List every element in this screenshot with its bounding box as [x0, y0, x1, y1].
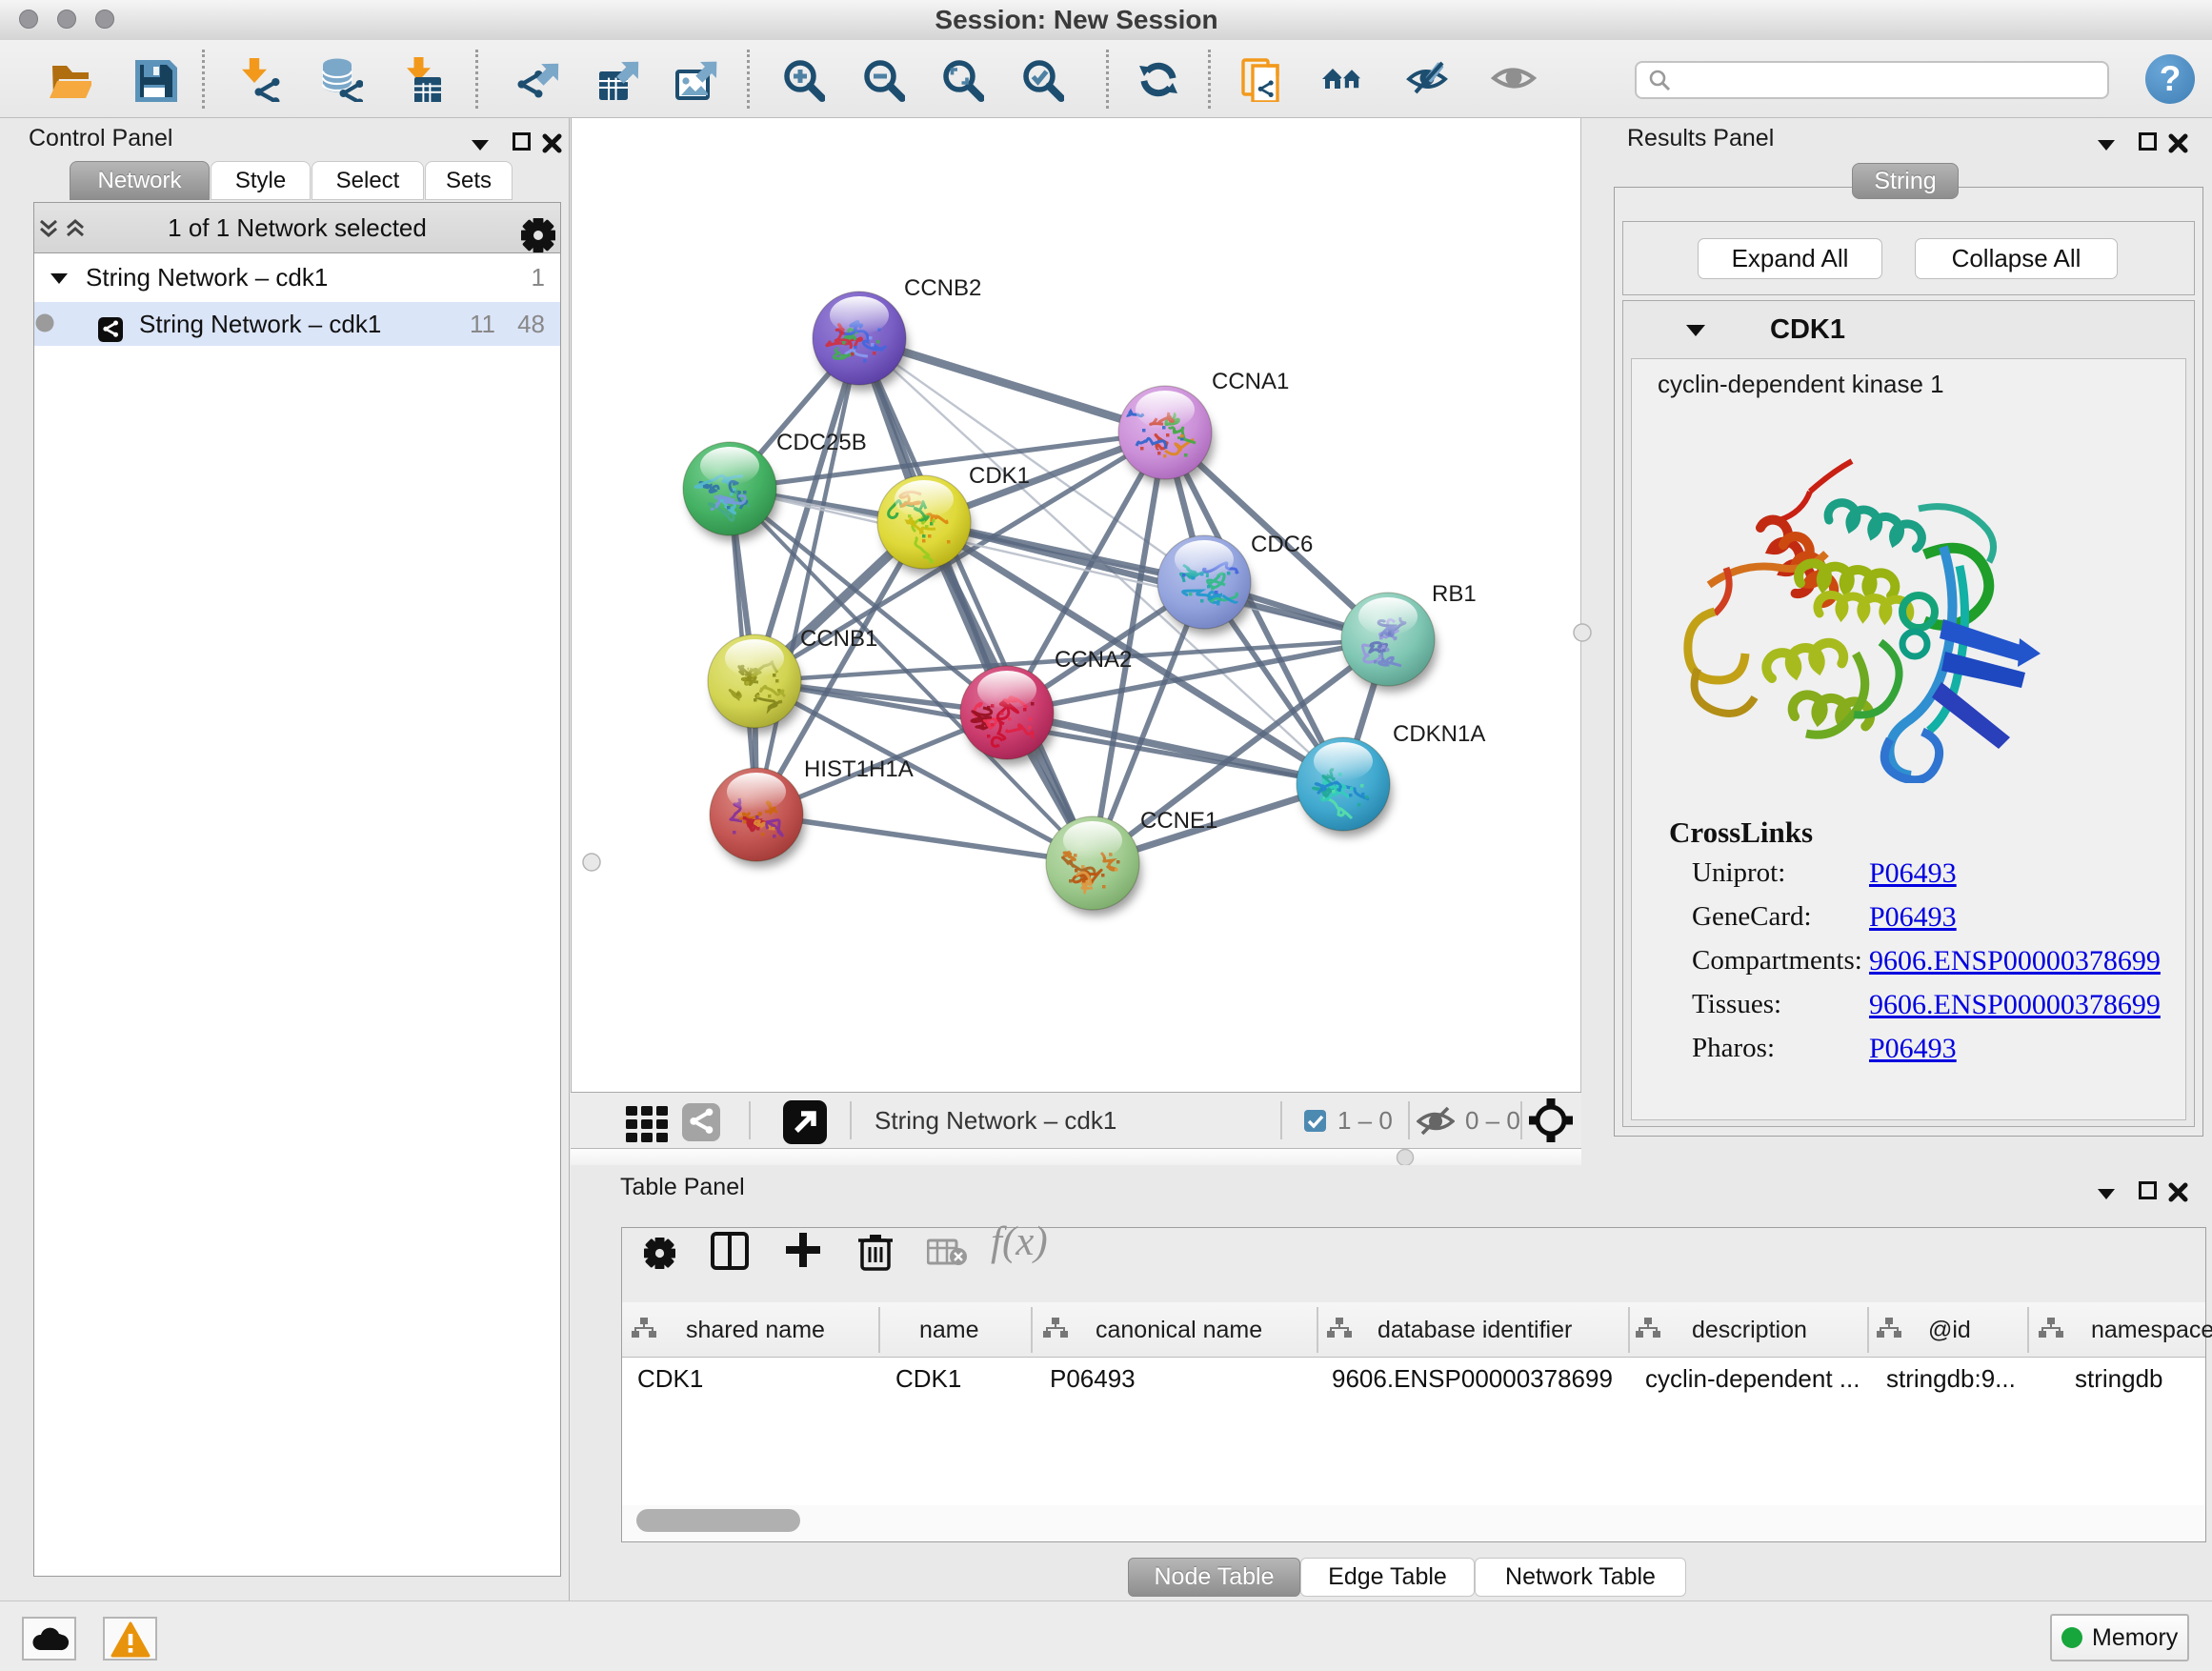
svg-text:CDKN1A: CDKN1A — [1393, 721, 1485, 747]
svg-text:CCNE1: CCNE1 — [1140, 808, 1217, 834]
svg-text:CDC25B: CDC25B — [776, 430, 867, 455]
svg-text:CCNA2: CCNA2 — [1055, 647, 1132, 673]
svg-text:CCNB1: CCNB1 — [800, 626, 877, 652]
svg-text:CDC6: CDC6 — [1251, 532, 1313, 557]
svg-text:RB1: RB1 — [1432, 581, 1477, 607]
svg-text:CCNB2: CCNB2 — [904, 275, 981, 301]
svg-text:CDK1: CDK1 — [969, 463, 1030, 489]
svg-text:HIST1H1A: HIST1H1A — [804, 756, 914, 782]
svg-text:CCNA1: CCNA1 — [1212, 369, 1289, 394]
